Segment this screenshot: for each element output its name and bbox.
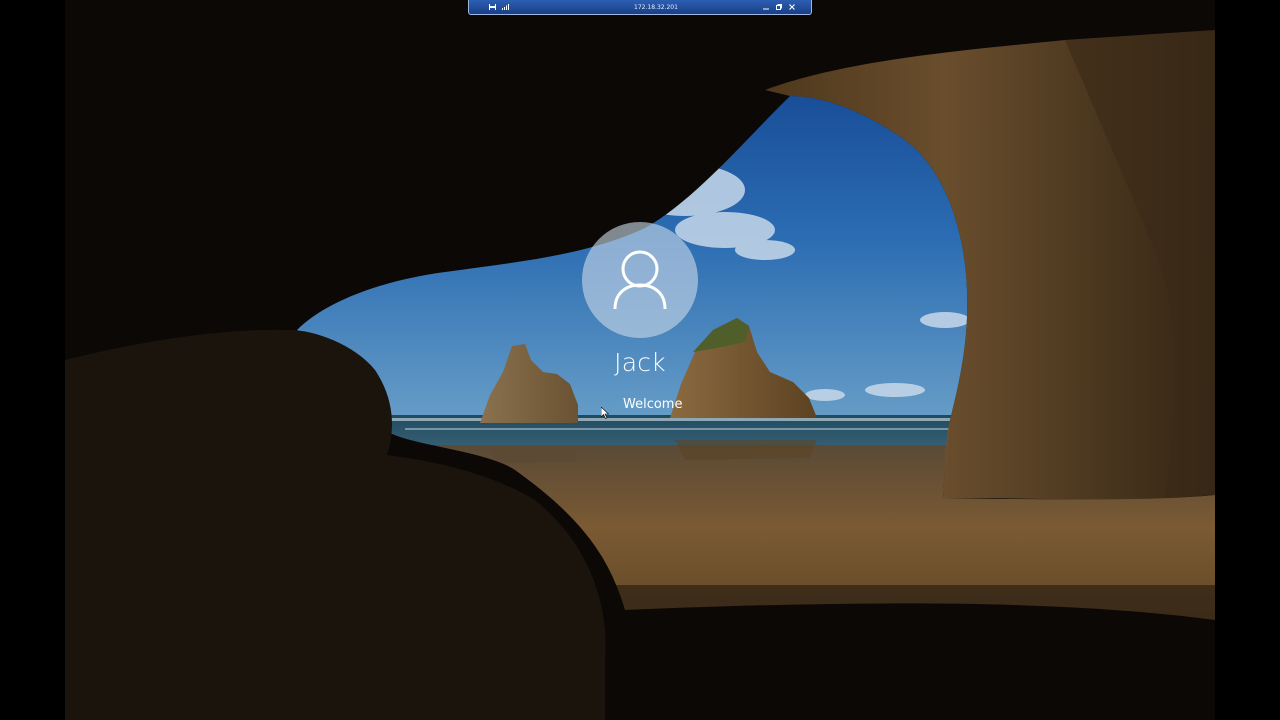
desktop-screen: 172.18.32.201 Jack Welcome	[0, 0, 1280, 720]
remote-host-address: 172.18.32.201	[634, 3, 678, 11]
mouse-cursor-icon	[601, 407, 609, 419]
sign-in-status: Welcome	[623, 397, 683, 412]
user-avatar	[582, 222, 698, 338]
remote-connection-bar: 172.18.32.201	[468, 0, 812, 15]
pin-icon[interactable]	[489, 4, 496, 10]
user-avatar-icon	[613, 250, 667, 310]
close-icon[interactable]	[789, 4, 795, 10]
user-name: Jack	[614, 348, 666, 377]
signal-bars-icon[interactable]	[502, 4, 509, 10]
minimize-icon[interactable]	[763, 4, 769, 10]
restore-icon[interactable]	[776, 4, 782, 10]
